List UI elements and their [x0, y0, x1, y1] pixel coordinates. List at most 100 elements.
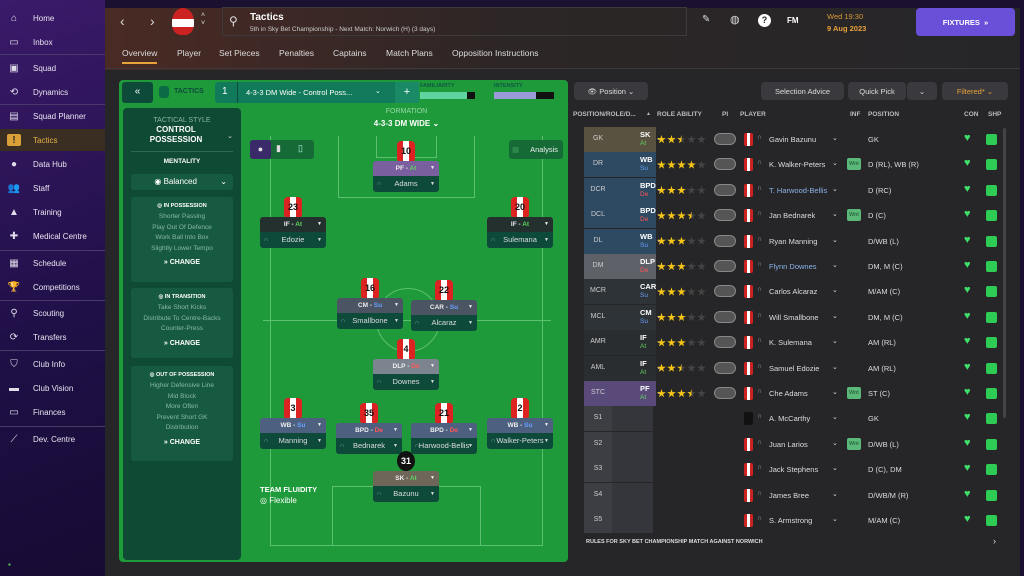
table-row[interactable]: S3 ∩ Jack Stephens ⌄ D (C), DM ♥ — [584, 457, 1004, 483]
tab-player[interactable]: Player — [177, 48, 201, 58]
change-button[interactable]: » CHANGE — [131, 340, 233, 347]
player-selector[interactable]: ∩ Manning ▼ — [260, 433, 326, 449]
back-button[interactable]: ‹ — [120, 13, 125, 29]
player-selector[interactable]: ∩ Downes ▼ — [373, 374, 439, 390]
collapse-button[interactable]: « — [122, 82, 153, 103]
role-selector[interactable]: CAR - Su ▼ — [411, 300, 477, 315]
sort-asc-icon[interactable]: ▲ — [646, 111, 651, 117]
player-name[interactable]: K. Sulemana — [769, 338, 812, 347]
sidebar-item-schedule[interactable]: ▦ Schedule — [0, 252, 105, 274]
column-header[interactable]: POSITION/ROLE/D... — [573, 111, 636, 118]
selection-advice-button[interactable]: Selection Advice — [761, 82, 844, 100]
stats-view-icon[interactable]: ▮ — [276, 143, 281, 154]
chevron-right-icon[interactable]: › — [993, 536, 996, 546]
position-view-dropdown[interactable]: 👁 Position ⌄ — [574, 82, 648, 100]
table-row[interactable]: MCL CMSu⌄ ∩ Will Smallbone ⌄ DM, M (C) ♥ — [584, 304, 1004, 330]
role-selector[interactable]: BPD - De ▼ — [411, 423, 477, 438]
club-crest[interactable] — [172, 8, 194, 35]
player-card[interactable]: CM - Su ▼ ∩ Smallbone ▼ — [337, 298, 403, 330]
player-card[interactable]: CAR - Su ▼ ∩ Alcaraz ▼ — [411, 300, 477, 332]
club-switch-icon[interactable]: ˄ ˅ — [201, 12, 205, 28]
pi-toggle[interactable] — [714, 361, 736, 374]
pi-toggle[interactable] — [714, 209, 736, 222]
player-dropdown[interactable]: ⌄ — [832, 413, 838, 421]
fixtures-button[interactable]: FIXTURES » — [916, 8, 1015, 36]
column-header[interactable]: SHP — [988, 111, 1001, 118]
shirt-icon[interactable]: 10 — [397, 141, 415, 161]
pi-toggle[interactable] — [714, 336, 736, 349]
shirt-icon[interactable]: 20 — [511, 197, 529, 217]
column-header[interactable]: INF — [850, 111, 860, 118]
column-header[interactable]: POSITION — [868, 111, 899, 118]
rules-link[interactable]: RULES FOR SKY BET CHAMPIONSHIP MATCH AGA… — [586, 539, 763, 545]
filter-dropdown[interactable]: Filtered* ⌄ — [942, 82, 1008, 100]
player-dropdown[interactable]: ⌄ — [832, 185, 838, 193]
player-card[interactable]: BPD - De ▼ ∩ Harwood-Bellis ▼ — [411, 423, 477, 455]
change-button[interactable]: » CHANGE — [131, 259, 233, 266]
pi-toggle[interactable] — [714, 387, 736, 399]
role-selector[interactable]: IF - At ▼ — [487, 217, 553, 232]
sidebar-item-training[interactable]: ▲ Training — [0, 201, 105, 223]
player-dropdown[interactable]: ⌄ — [832, 337, 838, 345]
role-selector[interactable]: DLP - De ▼ — [373, 359, 439, 374]
table-row[interactable]: S2 ∩ Juan Larios ⌄ Wnt D/WB (L) ♥ — [584, 431, 1004, 457]
player-dropdown[interactable]: ⌄ — [832, 439, 838, 447]
help-icon[interactable]: ? — [758, 14, 771, 27]
role-selector[interactable]: WB - Su ▼ — [260, 418, 326, 433]
column-header[interactable]: ROLE ABILITY — [657, 111, 702, 118]
sidebar-item-home[interactable]: ⌂ Home — [0, 7, 105, 29]
search-bar[interactable]: ⚲ Tactics 5th in Sky Bet Championship - … — [222, 7, 687, 36]
table-row[interactable]: STC PFAt⌄ ∩ Che Adams ⌄ Wnt ST (C) ♥ — [584, 381, 1004, 406]
role-selector[interactable]: PF - At ▼ — [373, 161, 439, 176]
player-name[interactable]: James Bree — [769, 491, 809, 500]
tab-set-pieces[interactable]: Set Pieces — [219, 48, 260, 58]
table-row[interactable]: MCR CARSu⌄ ∩ Carlos Alcaraz ⌄ M/AM (C) ♥ — [584, 279, 1004, 305]
player-name[interactable]: S. Armstrong — [769, 516, 812, 525]
player-name[interactable]: Jack Stephens — [769, 465, 818, 474]
table-row[interactable]: DL WBSu⌄ ∩ Ryan Manning ⌄ D/WB (L) ♥ — [584, 228, 1004, 254]
player-name[interactable]: Ryan Manning — [769, 237, 817, 246]
player-dropdown[interactable]: ⌄ — [832, 134, 838, 142]
pi-toggle[interactable] — [714, 234, 736, 247]
shirt-icon[interactable]: 2 — [511, 398, 529, 418]
player-card[interactable]: WB - Su ▼ ∩ Manning ▼ — [260, 418, 326, 450]
sidebar-item-squad[interactable]: ▣ Squad — [0, 57, 105, 79]
player-name[interactable]: A. McCarthy — [769, 414, 810, 423]
player-selector[interactable]: ∩ Adams ▼ — [373, 176, 439, 192]
mentality-dropdown[interactable]: ◉ Balanced ⌄ — [131, 174, 233, 190]
sidebar-item-staff[interactable]: 👥 Staff — [0, 177, 105, 199]
player-name[interactable]: Flynn Downes — [769, 262, 817, 271]
player-dropdown[interactable]: ⌄ — [832, 261, 838, 269]
sidebar-item-scouting[interactable]: ⚲ Scouting — [0, 302, 105, 324]
player-dropdown[interactable]: ⌄ — [832, 159, 838, 167]
player-selector[interactable]: ∩ Harwood-Bellis ▼ — [411, 438, 477, 454]
chevron-down-icon[interactable]: ⌄ — [227, 132, 233, 140]
player-card[interactable]: SK - At ▼ ∩ Bazunu ▼ — [373, 471, 439, 503]
player-dropdown[interactable]: ⌄ — [832, 286, 838, 294]
pi-toggle[interactable] — [714, 260, 736, 272]
player-dropdown[interactable]: ⌄ — [832, 236, 838, 244]
table-row[interactable]: AMR IFAt⌄ ∩ K. Sulemana ⌄ AM (RL) ♥ — [584, 330, 1004, 356]
change-button[interactable]: » CHANGE — [131, 439, 233, 446]
tab-match-plans[interactable]: Match Plans — [386, 48, 433, 58]
tactical-style-value[interactable]: CONTROL POSSESSION — [131, 125, 221, 145]
tab-penalties[interactable]: Penalties — [279, 48, 314, 58]
player-selector[interactable]: ∩ Alcaraz ▼ — [411, 315, 477, 331]
player-name[interactable]: Will Smallbone — [769, 313, 819, 322]
table-row[interactable]: DR WBSu⌄ ∩ K. Walker-Peters ⌄ Wnt D (RL)… — [584, 152, 1004, 178]
role-selector[interactable]: WB - Su ▼ — [487, 418, 553, 433]
player-selector[interactable]: ∩ Bazunu ▼ — [373, 486, 439, 502]
quick-pick-dropdown[interactable]: ⌄ — [907, 82, 937, 100]
player-selector[interactable]: ∩ Edozie ▼ — [260, 232, 326, 248]
sidebar-item-finances[interactable]: ▭ Finances — [0, 401, 105, 423]
player-dropdown[interactable]: ⌄ — [832, 515, 838, 523]
pi-toggle[interactable] — [714, 183, 736, 196]
sidebar-item-data-hub[interactable]: ● Data Hub — [0, 153, 105, 175]
sidebar-item-club-vision[interactable]: ▬ Club Vision — [0, 377, 105, 399]
quick-pick-button[interactable]: Quick Pick — [848, 82, 906, 100]
sidebar-item-tactics[interactable]: ! Tactics — [0, 129, 105, 151]
shirt-icon[interactable]: 21 — [435, 403, 453, 423]
player-name[interactable]: Juan Larios — [769, 440, 808, 449]
table-row[interactable]: DM DLPDe⌄ ∩ Flynn Downes ⌄ DM, M (C) ♥ — [584, 254, 1004, 279]
player-card[interactable]: BPD - De ▼ ∩ Bednarek ▼ — [336, 423, 402, 455]
